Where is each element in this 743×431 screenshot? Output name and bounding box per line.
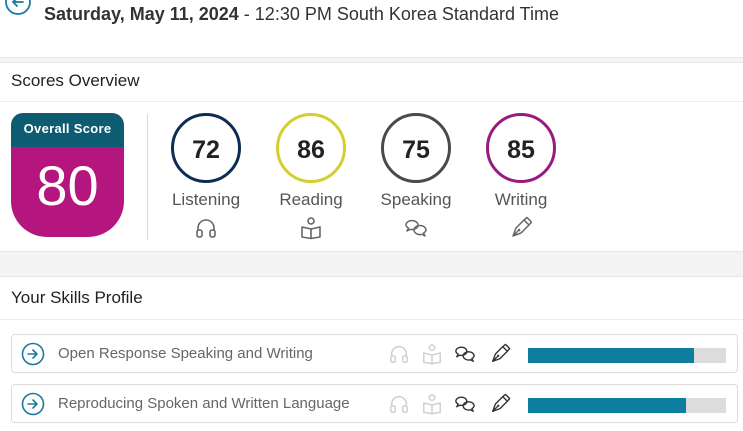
- test-date-time: - 12:30 PM South Korea Standard Time: [238, 4, 559, 24]
- skill-label: Listening: [171, 190, 241, 209]
- skill-listening: 72 Listening: [166, 113, 246, 243]
- skill-reading: 86 Reading: [271, 113, 351, 243]
- skill-score-bar: [528, 348, 726, 363]
- pen-icon: [491, 393, 511, 413]
- reader-icon: [301, 217, 321, 240]
- speech-bubbles-icon: [455, 396, 475, 413]
- skill-label: Speaking: [380, 190, 452, 209]
- expand-arrow-icon[interactable]: [21, 392, 45, 416]
- skill-score-bar-fill: [528, 348, 695, 363]
- back-arrow-icon[interactable]: [4, 0, 32, 16]
- skills-profile-card: Your Skills Profile Open Response Speaki…: [0, 276, 743, 431]
- skill-profile-label: Open Response Speaking and Writing: [58, 345, 313, 362]
- overall-score-header: Overall Score: [11, 113, 124, 147]
- skills-profile-title: Your Skills Profile: [11, 288, 143, 307]
- skill-score-value: 72: [192, 136, 220, 164]
- score-circle: 85: [486, 113, 556, 183]
- speech-bubbles-icon: [455, 346, 475, 363]
- test-date: Saturday, May 11, 2024 - 12:30 PM South …: [44, 4, 559, 25]
- skill-score-value: 85: [507, 136, 535, 164]
- divider: [0, 101, 743, 102]
- skill-profile-row[interactable]: Open Response Speaking and Writing: [11, 334, 738, 373]
- expand-arrow-icon[interactable]: [21, 342, 45, 366]
- score-circle: 72: [171, 113, 241, 183]
- headphones-icon: [196, 219, 216, 238]
- reader-icon: [423, 344, 441, 365]
- skill-score-value: 86: [297, 136, 325, 164]
- skill-score-bar: [528, 398, 726, 413]
- test-date-day: Saturday, May 11, 2024: [44, 4, 239, 24]
- headphones-icon: [390, 346, 408, 363]
- skill-label: Reading: [279, 190, 343, 209]
- skill-profile-label: Reproducing Spoken and Written Language: [58, 395, 350, 412]
- overall-score-label: Overall Score: [23, 121, 112, 136]
- reader-icon: [423, 394, 441, 415]
- overall-score-value: 80: [36, 154, 99, 217]
- scores-overview-title: Scores Overview: [11, 71, 140, 90]
- headphones-icon: [390, 396, 408, 413]
- score-circle: 75: [381, 113, 451, 183]
- overall-score-badge: Overall Score 80: [11, 113, 124, 237]
- date-header: Saturday, May 11, 2024 - 12:30 PM South …: [0, 0, 743, 58]
- divider: [0, 319, 743, 320]
- pen-icon: [512, 216, 533, 237]
- divider: [147, 114, 148, 240]
- speech-bubbles-icon: [405, 219, 427, 237]
- skill-profile-row[interactable]: Reproducing Spoken and Written Language: [11, 384, 738, 423]
- skill-label: Writing: [494, 190, 548, 209]
- skill-writing: 85 Writing: [481, 113, 561, 243]
- score-circle: 86: [276, 113, 346, 183]
- skill-score-bar-fill: [528, 398, 687, 413]
- skill-speaking: 75 Speaking: [376, 113, 456, 243]
- pen-icon: [491, 343, 511, 363]
- skill-score-value: 75: [402, 136, 430, 164]
